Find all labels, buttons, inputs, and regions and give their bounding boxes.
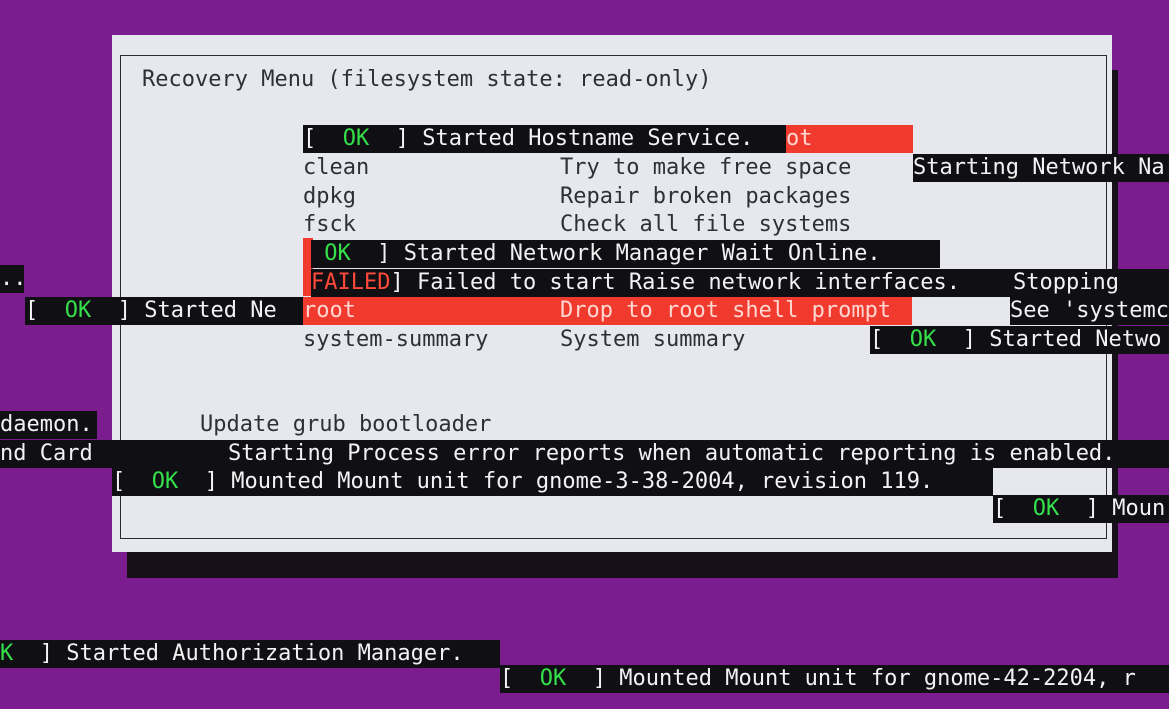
bracket: [	[870, 327, 884, 352]
menu-item-fsck[interactable]: fsck	[303, 211, 356, 239]
ok-status: OK	[342, 126, 370, 151]
dialog-title: Recovery Menu (filesystem state: read-on…	[142, 67, 712, 92]
ok-status-partial: K	[0, 641, 14, 666]
boot-msg-see-systemctl: See 'systemc	[1010, 297, 1169, 325]
bracket: ]	[39, 641, 53, 666]
bracket: ]	[592, 666, 606, 691]
msg-text: Started Netwo	[989, 327, 1162, 352]
menu-item-partial: ot	[786, 125, 913, 153]
menu-item-system-summary-desc[interactable]: System summary	[560, 326, 745, 354]
msg-text: Mounted Mount unit for gnome-3-38-2004, …	[231, 469, 934, 494]
msg-nd-card: nd Card	[0, 441, 93, 466]
bracket: ]	[117, 298, 131, 323]
menu-item-root: root	[303, 298, 356, 323]
ok-status: OK	[1032, 496, 1060, 521]
boot-msg-nm-wait: OK ] Started Network Manager Wait Online…	[311, 240, 940, 268]
boot-msg-authorization: K ] Started Authorization Manager.	[0, 640, 500, 668]
failed-status: FAILED	[311, 270, 391, 295]
bracket: [	[993, 496, 1007, 521]
bracket: ]	[395, 126, 409, 151]
ok-status: OK	[909, 327, 937, 352]
boot-msg-started-ne: [ OK ] Started Ne	[25, 297, 303, 325]
boot-msg-raise-failed: FAILED] Failed to start Raise network in…	[311, 269, 1169, 297]
bracket: ]	[377, 241, 391, 266]
bracket: [	[25, 298, 39, 323]
menu-item-root-desc[interactable]: Drop to root shell prompt	[560, 297, 891, 325]
boot-msg-hostname: [ OK ] Started Hostname Service.	[303, 125, 786, 153]
bracket: ]	[962, 327, 976, 352]
partial-text: ot	[786, 126, 813, 151]
ok-status: OK	[324, 241, 351, 266]
bracket: [	[112, 469, 126, 494]
ok-status: OK	[64, 298, 92, 323]
boot-msg-mount-gnome42: [ OK ] Mounted Mount unit for gnome-42-2…	[500, 665, 1169, 693]
boot-msg-dots: ..	[0, 265, 27, 293]
ok-status: OK	[151, 469, 179, 494]
msg-text: Started Hostname Service.	[422, 126, 754, 151]
boot-msg-process-error: Starting Process error reports when auto…	[228, 441, 1116, 466]
bracket: ]	[390, 270, 404, 295]
bracket: [	[500, 666, 514, 691]
ok-status: OK	[539, 666, 567, 691]
boot-msg-starting-nm: Starting Network Na	[913, 154, 1169, 182]
menu-item-fsck-desc[interactable]: Check all file systems	[560, 211, 851, 239]
menu-item-grub-desc[interactable]: Update grub bootloader	[200, 411, 491, 439]
msg-stopping: Stopping	[1013, 270, 1119, 295]
menu-item-dpkg-desc[interactable]: Repair broken packages	[560, 183, 851, 211]
boot-msg-mount-gnome338: [ OK ] Mounted Mount unit for gnome-3-38…	[112, 468, 993, 496]
msg-text: Started Network Manager Wait Online.	[403, 241, 881, 266]
boot-msg-daemon: daemon.	[0, 411, 97, 439]
msg-text: Started Ne	[144, 298, 277, 323]
boot-msg-started-netwo: [ OK ] Started Netwo	[870, 326, 1169, 354]
msg-text: Moun	[1112, 496, 1166, 521]
msg-text: Started Authorization Manager.	[66, 641, 464, 666]
menu-item-clean[interactable]: clean	[303, 154, 369, 182]
bracket: ]	[204, 469, 218, 494]
boot-msg-moun: [ OK ] Moun	[993, 495, 1169, 523]
bracket: [	[303, 126, 317, 151]
menu-item-clean-desc[interactable]: Try to make free space	[560, 154, 851, 182]
menu-item-system-summary[interactable]: system-summary	[303, 326, 488, 354]
msg-text: Mounted Mount unit for gnome-42-2204, r	[619, 666, 1136, 691]
menu-item-dpkg[interactable]: dpkg	[303, 183, 356, 211]
bracket: ]	[1085, 496, 1099, 521]
msg-text: Failed to start Raise network interfaces…	[416, 270, 961, 295]
